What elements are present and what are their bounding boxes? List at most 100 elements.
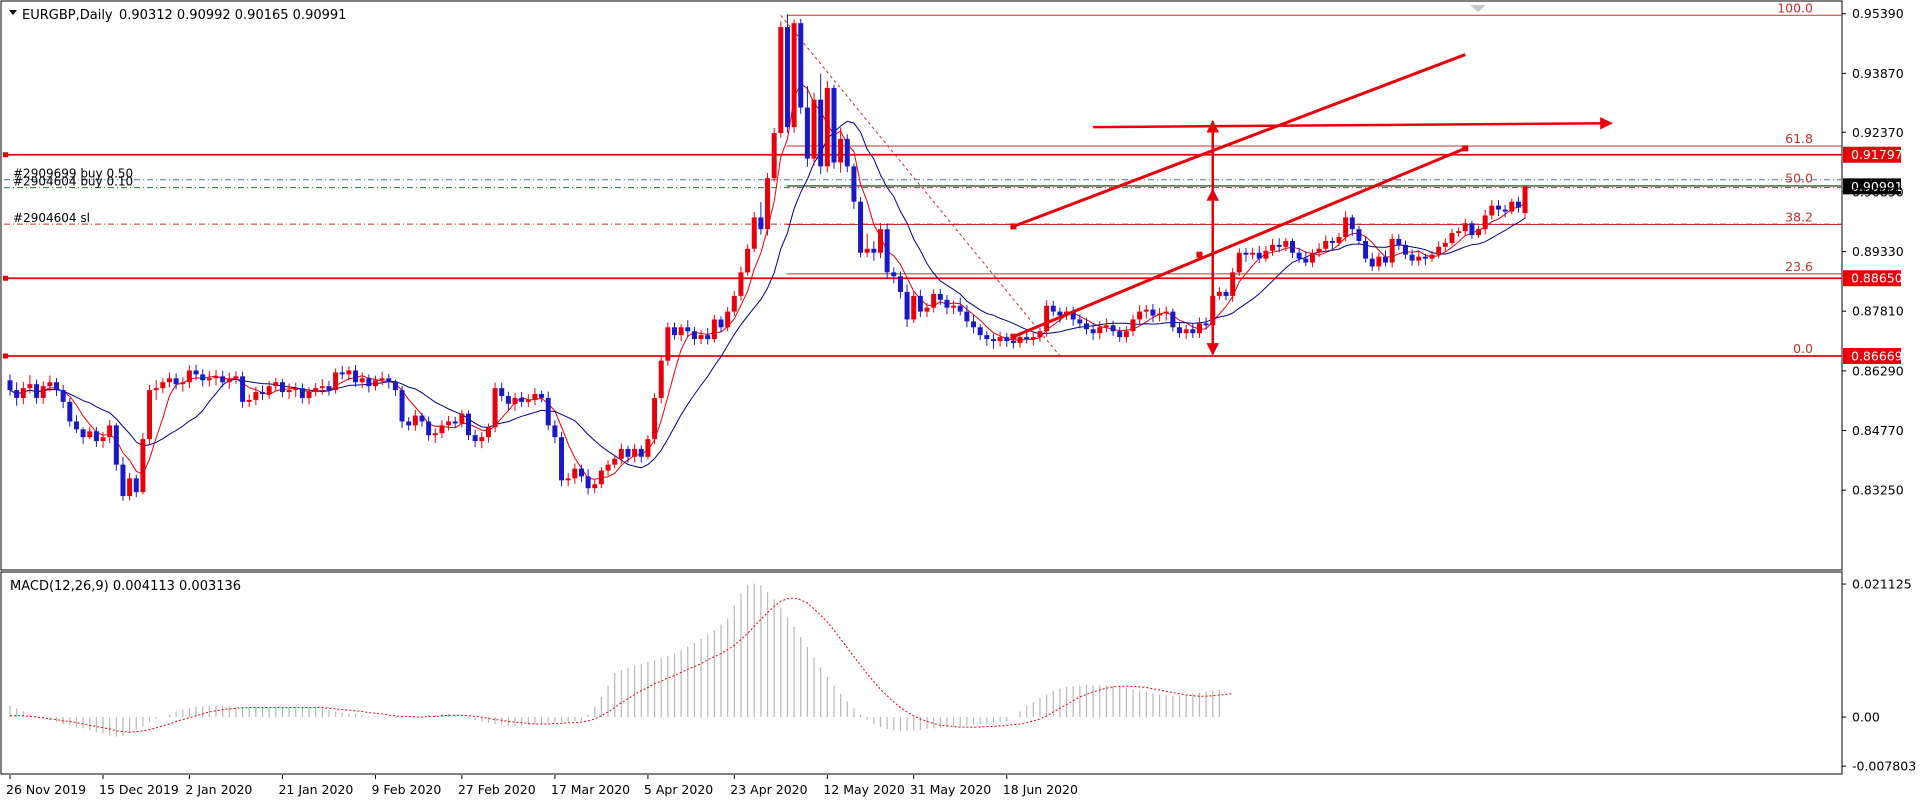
candle-body-bullish [1482, 215, 1488, 230]
fibonacci-level-label: 100.0 [1777, 0, 1813, 15]
candle-body-bearish [545, 397, 551, 426]
candle-body-bullish [1389, 238, 1395, 263]
ohlc-header: 0.90312 0.90992 0.90165 0.90991 [119, 8, 346, 23]
candle-body-bearish [73, 421, 79, 430]
candle-body-bearish [505, 395, 511, 404]
candle-body-bullish [1489, 205, 1495, 216]
candle-body-bearish [1223, 291, 1229, 296]
candle-body-bullish [632, 448, 638, 457]
macd-label: MACD(12,26,9) 0.004113 0.003136 [10, 579, 241, 594]
level-handle-left [3, 353, 8, 359]
price-tick-label: 0.92370 [1852, 125, 1904, 140]
price-tick-label: 0.89330 [1852, 244, 1904, 259]
candle-body-bullish [711, 319, 717, 340]
candle-body-bullish [824, 87, 830, 167]
candle-body-bullish [1476, 229, 1482, 236]
candle-body-bearish [1409, 254, 1415, 261]
candle-body-bullish [1436, 246, 1442, 255]
candle-body-bullish [565, 478, 571, 481]
candle-body-bullish [1163, 311, 1169, 314]
candle-body-bullish [153, 388, 159, 391]
candle-body-bullish [1123, 331, 1129, 338]
candle-body-bearish [1170, 311, 1176, 328]
candle-body-bearish [844, 138, 850, 167]
candle-body-bearish [1296, 252, 1302, 259]
candle-body-bullish [911, 295, 917, 320]
candle-body-bullish [618, 448, 624, 459]
candle-body-bearish [240, 376, 246, 402]
candle-body-bearish [691, 331, 697, 340]
candle-body-bearish [539, 394, 545, 398]
candle-body-bullish [778, 27, 784, 134]
candle-body-bearish [1256, 252, 1262, 259]
candle-body-bullish [1017, 337, 1023, 343]
channel-handle [1010, 333, 1017, 340]
candle-body-bearish [1396, 238, 1402, 245]
candle-body-bearish [426, 421, 432, 436]
candle-body-bullish [645, 439, 651, 457]
candle-body-bearish [718, 319, 724, 328]
candle-body-bearish [971, 321, 977, 328]
candle-body-bearish [220, 376, 226, 383]
candle-body-bullish [1216, 291, 1222, 296]
candle-body-bullish [286, 390, 292, 393]
candle-body-bullish [485, 427, 491, 438]
candle-body-bullish [1137, 311, 1143, 320]
candle-body-bearish [831, 87, 837, 163]
candle-body-bullish [1263, 250, 1269, 259]
symbol-header: EURGBP,Daily [22, 8, 113, 23]
candle-body-bearish [1495, 205, 1501, 210]
candle-body-bearish [326, 386, 332, 391]
candle-body-bearish [917, 295, 923, 312]
candle-body-bullish [652, 397, 658, 440]
candle-body-bullish [1044, 305, 1050, 332]
candle-body-bullish [751, 217, 757, 249]
candle-body-bearish [685, 327, 691, 332]
candle-body-bullish [572, 468, 578, 479]
candle-body-bearish [758, 217, 764, 230]
candle-body-bearish [1383, 256, 1389, 263]
candle-body-bearish [897, 276, 903, 292]
candle-body-bullish [598, 470, 604, 485]
candle-body-bullish [1343, 217, 1349, 238]
candle-body-bullish [1030, 337, 1036, 340]
candle-body-bullish [412, 415, 418, 426]
candle-body-bearish [260, 392, 266, 395]
candle-body-bullish [532, 394, 538, 400]
candle-body-bullish [592, 484, 598, 489]
price-tick-label: 0.90850 [1852, 184, 1904, 199]
candle-body-bullish [432, 433, 438, 436]
candle-body-bullish [1143, 309, 1149, 312]
candle-body-bearish [625, 448, 631, 457]
candle-body-bullish [206, 378, 212, 381]
candle-body-bearish [578, 468, 584, 477]
date-tick-label: 27 Feb 2020 [458, 782, 536, 797]
candle-body-bullish [439, 425, 445, 434]
fibonacci-level-label: 50.0 [1785, 171, 1813, 186]
candle-body-bullish [127, 478, 133, 497]
candle-body-bullish [678, 327, 684, 336]
candle-body-bearish [1203, 323, 1209, 326]
candle-body-bullish [924, 307, 930, 312]
candle-body-bullish [359, 378, 365, 383]
candle-body-bearish [1276, 244, 1282, 247]
candle-body-bullish [1522, 186, 1528, 214]
candle-body-bullish [1097, 327, 1103, 334]
candle-body-bullish [1509, 201, 1515, 212]
candle-body-bullish [1236, 252, 1242, 273]
candle-body-bullish [107, 425, 113, 438]
candle-body-bullish [459, 413, 465, 424]
candle-body-bearish [1329, 240, 1335, 243]
candle-body-bearish [120, 464, 126, 497]
level-handle-left [3, 152, 8, 158]
candle-body-bullish [1183, 329, 1189, 334]
candle-body-bullish [319, 386, 325, 389]
candle-body-bullish [1130, 319, 1136, 332]
candle-body-bearish [858, 201, 864, 253]
fibonacci-level-label: 61.8 [1785, 131, 1813, 146]
candle-body-bearish [1117, 331, 1123, 338]
candle-body-bearish [672, 327, 677, 336]
candle-body-bearish [1502, 209, 1508, 212]
candle-body-bullish [306, 392, 312, 398]
candle-body-bearish [1369, 258, 1375, 267]
